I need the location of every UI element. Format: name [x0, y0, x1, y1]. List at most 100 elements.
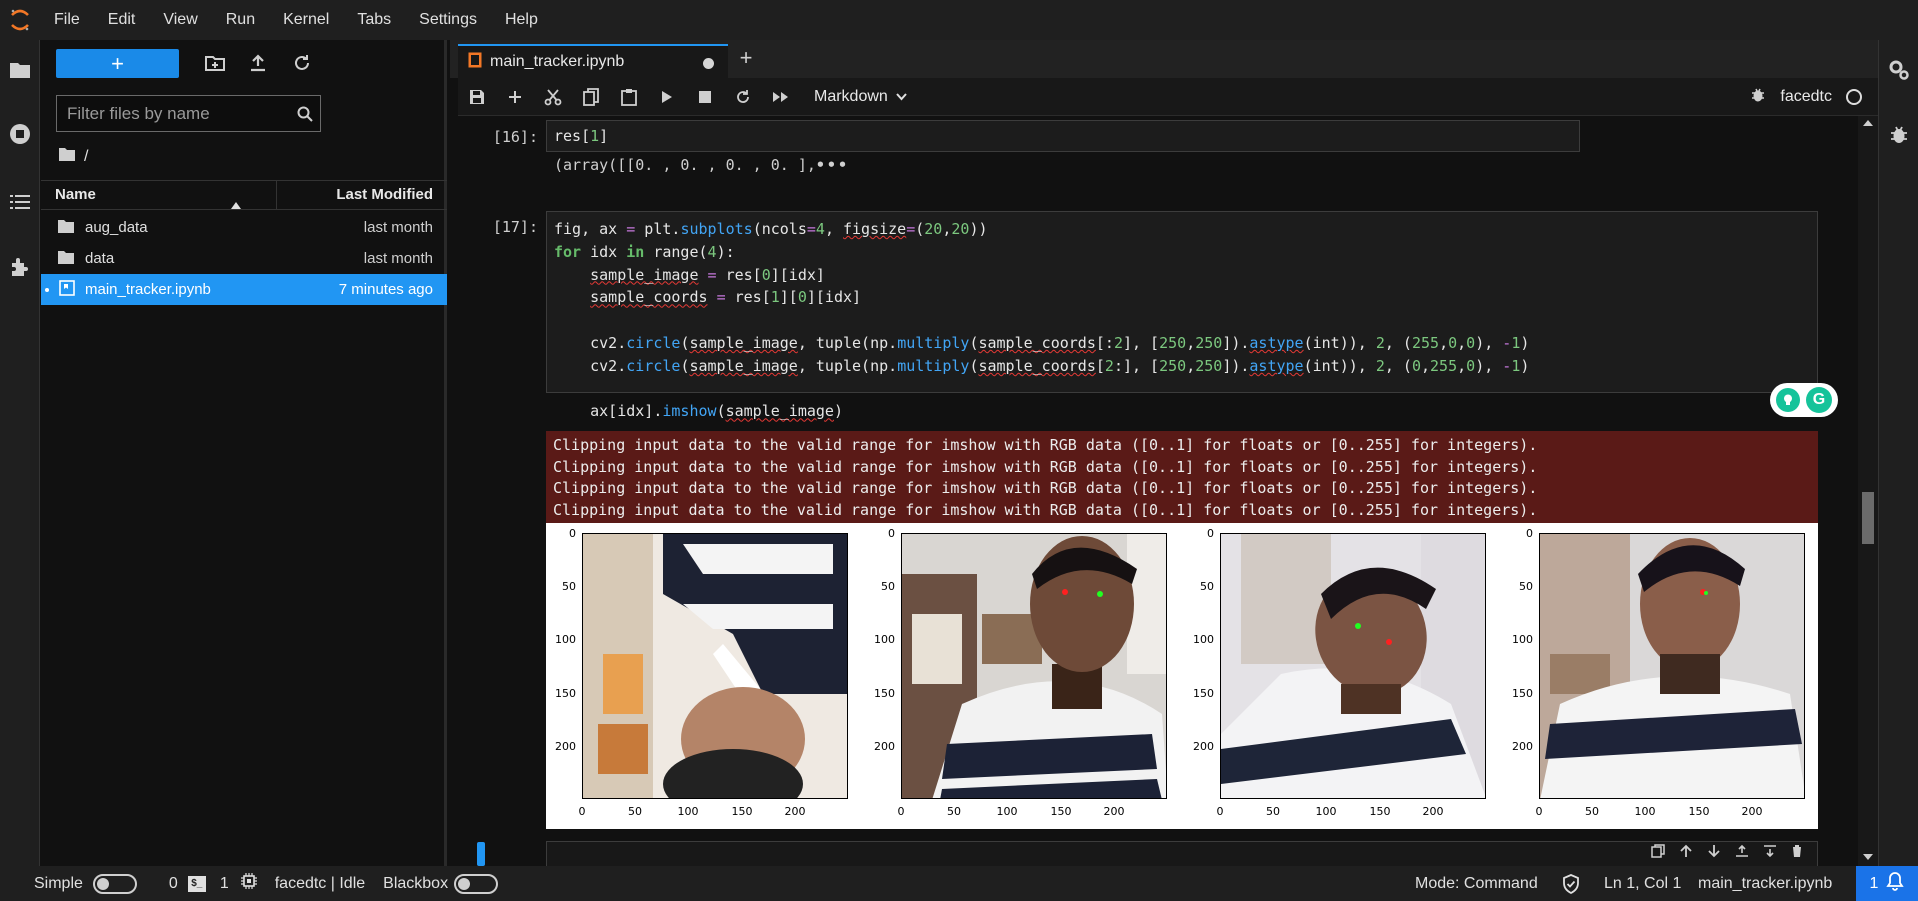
stop-icon[interactable] — [686, 78, 724, 116]
shield-check-icon[interactable] — [1562, 874, 1580, 899]
new-launcher-button[interactable]: + — [56, 49, 179, 78]
cell-action-toolbar — [1651, 844, 1803, 862]
unsaved-dot-icon[interactable] — [703, 58, 714, 69]
terminals-count[interactable]: 0 — [169, 875, 178, 893]
file-modified: 7 minutes ago — [338, 281, 433, 298]
y-tick-label: 50 — [1519, 580, 1533, 593]
subplot-image — [582, 533, 848, 799]
insert-below-icon[interactable] — [1763, 844, 1777, 862]
run-all-icon[interactable] — [762, 78, 800, 116]
y-tick-label: 100 — [555, 633, 576, 646]
refresh-icon[interactable] — [291, 52, 313, 74]
folder-icon — [57, 218, 75, 238]
cursor-position[interactable]: Ln 1, Col 1 — [1604, 875, 1681, 893]
x-tick-label: 50 — [1585, 805, 1599, 818]
x-tick-label: 200 — [1103, 805, 1125, 818]
column-header-last-modified[interactable]: Last Modified — [277, 181, 447, 209]
kernels-count[interactable]: 1 — [220, 875, 229, 893]
x-tick-label: 0 — [897, 805, 905, 818]
menu-run[interactable]: Run — [212, 0, 269, 40]
scroll-down-icon[interactable] — [1863, 854, 1873, 860]
grammarly-widget[interactable]: G — [1770, 383, 1838, 417]
simple-mode-toggle[interactable] — [92, 873, 137, 894]
y-tick-label: 200 — [1512, 740, 1533, 753]
y-tick-label: 0 — [569, 527, 576, 540]
x-tick-label: 200 — [1422, 805, 1444, 818]
property-inspector-gears-icon[interactable] — [1887, 58, 1911, 86]
kernel-status[interactable]: facedtc | Idle — [275, 875, 365, 893]
breadcrumb-root[interactable]: / — [84, 148, 88, 166]
scrollbar-thumb[interactable] — [1862, 492, 1874, 544]
status-filename: main_tracker.ipynb — [1698, 874, 1833, 892]
copy-icon[interactable] — [572, 78, 610, 116]
file-row-main-tracker[interactable]: main_tracker.ipynb 7 minutes ago — [41, 274, 447, 305]
file-filter-input[interactable] — [57, 103, 290, 124]
file-name: data — [85, 250, 115, 267]
code-cell-editor[interactable]: res[1] — [546, 120, 1580, 152]
code-cell-editor[interactable]: fig, ax = plt.subplots(ncols=4, figsize=… — [546, 211, 1818, 420]
menu-settings[interactable]: Settings — [405, 0, 491, 40]
x-tick-label: 150 — [1688, 805, 1710, 818]
y-tick-label: 0 — [1526, 527, 1533, 540]
file-row-aug-data[interactable]: aug_data last month — [41, 212, 447, 243]
move-up-icon[interactable] — [1679, 844, 1693, 862]
x-tick-label: 0 — [1216, 805, 1224, 818]
running-dot-icon — [45, 287, 49, 292]
x-tick-label: 50 — [628, 805, 642, 818]
new-folder-icon[interactable] — [204, 52, 226, 74]
run-icon[interactable] — [648, 78, 686, 116]
breadcrumb-folder-icon[interactable] — [58, 146, 76, 167]
restart-icon[interactable] — [724, 78, 762, 116]
scroll-up-icon[interactable] — [1863, 120, 1873, 126]
debugger-icon[interactable] — [1889, 125, 1909, 149]
menu-edit[interactable]: Edit — [94, 0, 150, 40]
menu-help[interactable]: Help — [491, 0, 552, 40]
cut-icon[interactable] — [534, 78, 572, 116]
notebook-scrollbar[interactable] — [1858, 116, 1878, 866]
blackbox-label: Blackbox — [383, 874, 449, 892]
delete-cell-icon[interactable] — [1791, 844, 1803, 862]
notifications-button[interactable]: 1 — [1856, 866, 1918, 901]
x-tick-label: 50 — [947, 805, 961, 818]
folder-icon[interactable] — [8, 58, 32, 82]
upload-icon[interactable] — [247, 52, 269, 74]
status-bar: Simple 0 $_ 1 facedtc | Idle Blackbox Mo… — [0, 866, 1918, 901]
stderr-line: Clipping input data to the valid range f… — [553, 500, 1538, 519]
next-code-cell[interactable] — [546, 841, 1818, 866]
blackbox-toggle[interactable] — [454, 873, 499, 894]
menu-file[interactable]: File — [40, 0, 94, 40]
add-cell-icon[interactable] — [496, 78, 534, 116]
menu-kernel[interactable]: Kernel — [269, 0, 343, 40]
cell-collapser[interactable] — [477, 842, 485, 866]
x-tick-label: 50 — [1266, 805, 1280, 818]
kernel-name[interactable]: facedtc — [1780, 88, 1832, 106]
notebook-content: [16]: res[1] (array([[0. , 0. , 0. , 0. … — [458, 116, 1858, 866]
cell-output: (array([[0. , 0. , 0. , 0. ],••• — [554, 156, 849, 174]
menu-tabs[interactable]: Tabs — [343, 0, 405, 40]
y-tick-label: 200 — [874, 740, 895, 753]
column-header-name[interactable]: Name — [41, 181, 277, 209]
insert-above-icon[interactable] — [1735, 844, 1749, 862]
grammarly-logo-icon[interactable]: G — [1806, 387, 1832, 413]
stderr-line: Clipping input data to the valid range f… — [553, 479, 1538, 498]
y-tick-label: 100 — [1512, 633, 1533, 646]
table-of-contents-icon[interactable] — [8, 190, 32, 214]
save-icon[interactable] — [458, 78, 496, 116]
duplicate-cell-icon[interactable] — [1651, 844, 1665, 862]
y-tick-label: 0 — [888, 527, 895, 540]
extension-manager-icon[interactable] — [8, 255, 32, 279]
running-sessions-icon[interactable] — [8, 122, 32, 146]
menu-view[interactable]: View — [149, 0, 211, 40]
lightbulb-icon[interactable] — [1776, 388, 1800, 412]
y-tick-label: 50 — [1200, 580, 1214, 593]
ellipsis-icon[interactable]: ••• — [816, 156, 849, 174]
tab-main-tracker[interactable]: main_tracker.ipynb — [458, 44, 728, 78]
command-mode-status: Mode: Command — [1415, 874, 1538, 892]
cell-type-dropdown[interactable]: Markdown — [814, 88, 907, 106]
y-tick-label: 50 — [562, 580, 576, 593]
paste-icon[interactable] — [610, 78, 648, 116]
file-row-data[interactable]: data last month — [41, 243, 447, 274]
add-tab-button[interactable]: + — [732, 44, 760, 74]
debugger-bug-icon[interactable] — [1750, 87, 1766, 108]
move-down-icon[interactable] — [1707, 844, 1721, 862]
